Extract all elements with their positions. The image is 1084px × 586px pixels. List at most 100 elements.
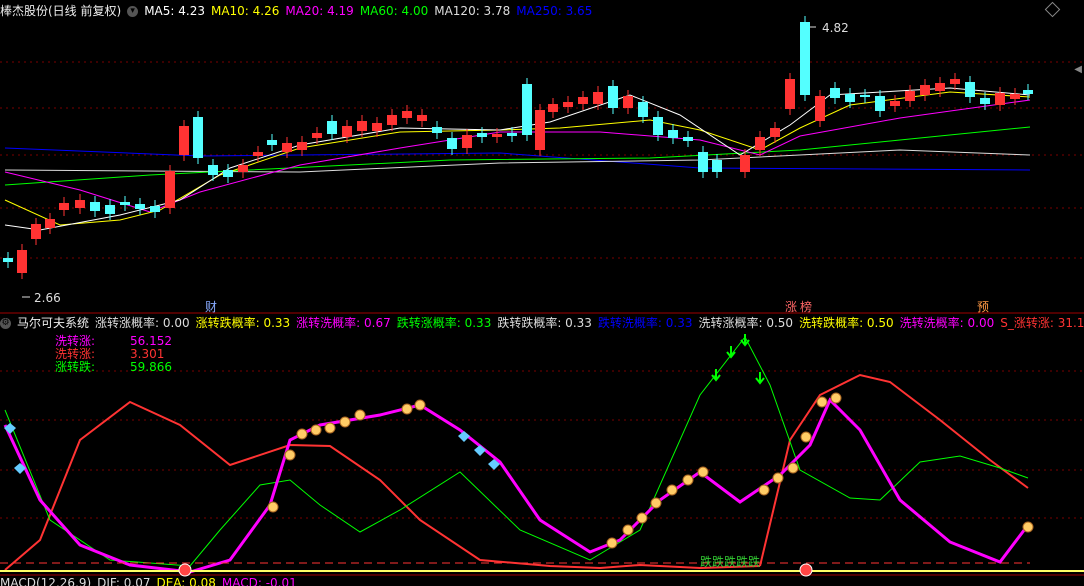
candle-body	[238, 165, 248, 172]
candle-body	[845, 94, 855, 102]
marker-bang[interactable]: 榜	[800, 299, 812, 314]
candle-body	[179, 126, 189, 155]
candle-body	[208, 165, 218, 175]
candle-body	[950, 79, 960, 84]
candle-body	[75, 200, 85, 208]
candle-body	[535, 110, 545, 150]
candle-body	[282, 143, 292, 152]
hand-icon	[666, 484, 678, 496]
candle-body	[432, 127, 442, 133]
legend-name: 涨转跌:	[55, 360, 96, 374]
dropdown-icon[interactable]: ▾	[127, 6, 139, 17]
ma-value-3: MA60: 4.00	[359, 4, 429, 18]
candle-body	[17, 250, 27, 273]
indicator-value-4: 跌转跌概率: 0.33	[497, 316, 592, 330]
hand-icon	[622, 524, 634, 536]
candle-body	[935, 83, 945, 91]
candle-body	[522, 84, 532, 135]
candle-body	[90, 202, 100, 211]
candle-body	[45, 219, 55, 228]
marker-cai[interactable]: 财	[205, 300, 217, 314]
candle-body	[253, 152, 263, 156]
candle-body	[105, 205, 115, 214]
legend-row: 涨转跌: 59.866	[55, 360, 172, 374]
indicator-value-8: 洗转洗概率: 0.00	[899, 316, 995, 330]
magenta-probability-line	[3, 397, 1030, 574]
macd-value-2: DEA: 0.08	[156, 576, 216, 586]
candle-body	[223, 170, 233, 177]
candle-body	[31, 224, 41, 239]
indicator-values: 涨转涨概率: 0.00 涨转跌概率: 0.33 涨转洗概率: 0.67 跌转涨概率: …	[95, 316, 1084, 330]
candle-body	[698, 152, 708, 172]
candle-body	[638, 102, 648, 117]
candle-body	[267, 140, 277, 145]
stock-title[interactable]: 棒杰股份(日线 前复权)	[0, 4, 121, 18]
candle-body	[578, 97, 588, 104]
legend-name: 洗转涨:	[55, 334, 96, 348]
candle-body	[860, 95, 870, 97]
candle-body	[1023, 90, 1033, 94]
down-arrow-icon	[755, 372, 765, 385]
candle-body	[785, 79, 795, 109]
candle-body	[920, 85, 930, 95]
candle-body	[477, 133, 487, 137]
indicator-value-7: 洗转跌概率: 0.50	[799, 316, 894, 330]
ma-value-4: MA120: 3.78	[434, 4, 511, 18]
candle-body	[462, 135, 472, 148]
candle-body	[372, 123, 382, 131]
scroll-arrow-icon[interactable]: ◀	[1074, 64, 1082, 75]
candle-body	[668, 130, 678, 138]
hand-icon	[401, 403, 413, 415]
marker-yu[interactable]: 预	[977, 300, 989, 314]
red-probability-line	[4, 400, 761, 571]
indicator-title[interactable]: 马尔可夫系统	[17, 316, 89, 330]
hand-icon	[1022, 521, 1034, 533]
candle-body	[965, 82, 975, 97]
hand-icon	[758, 484, 770, 496]
ma20-line	[4, 99, 1031, 213]
macd-value-0: MACD(12,26,9)	[0, 576, 92, 586]
candle-body	[447, 138, 457, 149]
candle-body	[357, 121, 367, 131]
candle-body	[120, 202, 130, 205]
chart-canvas: 4.82 2.66 财 涨 榜 预 跌跌跌跌跌	[0, 16, 1084, 577]
hand-icon	[787, 462, 799, 474]
ma-value-5: MA250: 3.65	[516, 4, 593, 18]
hand-icon	[296, 428, 308, 440]
hand-icon	[800, 431, 812, 443]
indicator-value-6: 洗转涨概率: 0.50	[698, 316, 794, 330]
ball-icon	[799, 563, 813, 577]
marker-zhang[interactable]: 涨	[785, 299, 797, 314]
candle-body	[417, 115, 427, 121]
candle-body	[402, 111, 412, 118]
indicator-value-2: 涨转洗概率: 0.67	[296, 316, 391, 330]
settings-gear-icon[interactable]: ⚙	[0, 318, 11, 329]
candle-body	[755, 137, 765, 150]
candle-body	[995, 93, 1005, 105]
candle-body	[312, 133, 322, 138]
candle-body	[593, 92, 603, 104]
ma60-line	[4, 126, 1031, 186]
candle-body	[830, 88, 840, 98]
indicator-value-1: 涨转跌概率: 0.33	[195, 316, 291, 330]
candle-body	[342, 126, 352, 137]
macd-value-1: DIF: 0.07	[97, 576, 151, 586]
hand-icon	[324, 422, 336, 434]
candle-body	[980, 98, 990, 104]
candle-body	[608, 86, 618, 108]
indicator-header: ⚙ 马尔可夫系统 涨转涨概率: 0.00 涨转跌概率: 0.33 涨转洗概率: 0.67…	[0, 314, 1084, 332]
candle-body	[905, 91, 915, 101]
candle-body	[740, 155, 750, 172]
diamond-icon	[474, 445, 486, 456]
hand-icon	[816, 396, 828, 408]
hand-icon	[682, 474, 694, 486]
ma-value-0: MA5: 4.23	[144, 4, 205, 18]
hand-icon	[354, 409, 366, 421]
candle-body	[165, 171, 175, 208]
hand-icon	[414, 399, 426, 411]
candle-body	[3, 258, 13, 262]
hand-icon	[284, 449, 296, 461]
candle-body	[135, 204, 145, 209]
candle-body	[193, 117, 203, 158]
hand-icon	[606, 537, 618, 549]
